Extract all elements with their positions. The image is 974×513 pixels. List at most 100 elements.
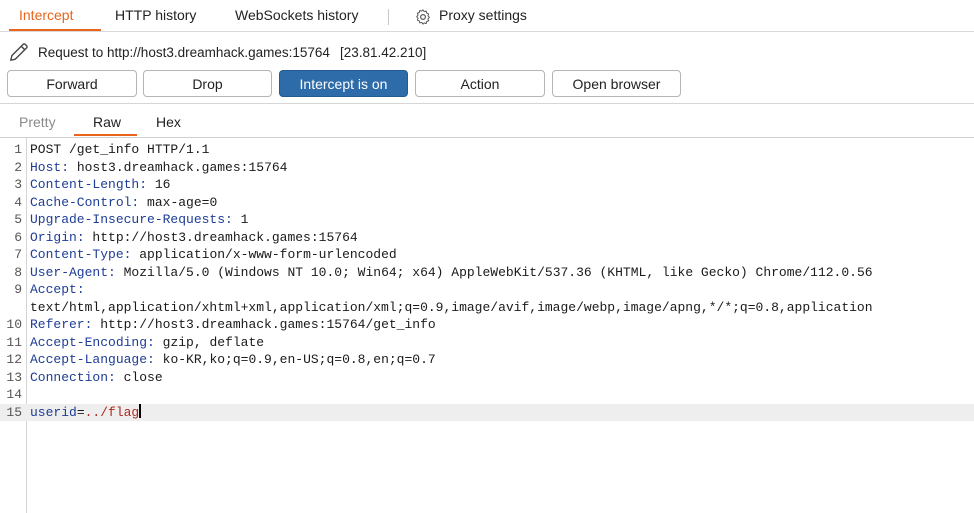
editor-line[interactable]: text/html,application/xhtml+xml,applicat…: [0, 299, 974, 317]
line-text: text/html,application/xhtml+xml,applicat…: [30, 299, 873, 315]
tab-http-history-label: HTTP history: [115, 7, 197, 23]
tab-proxy-settings[interactable]: Proxy settings: [439, 0, 527, 30]
header-value: max-age=0: [139, 194, 218, 210]
line-number: 5: [14, 212, 22, 227]
tab-separator: [388, 9, 389, 25]
header-name: Cache-Control: [30, 194, 132, 210]
open-browser-button[interactable]: Open browser: [552, 70, 681, 97]
line-number: 4: [14, 194, 22, 210]
header-value: http://host3.dreamhack.games:15764: [84, 229, 358, 245]
header-name: User-Agent: [30, 264, 109, 280]
editor-line[interactable]: 7 Content-Type: application/x-www-form-ur…: [0, 246, 974, 264]
header-name: Accept-Language: [30, 352, 148, 367]
tab-raw[interactable]: Raw: [93, 114, 121, 130]
line-number: 6: [14, 229, 22, 245]
header-value: http://host3.dreamhack.games:15764/get_i…: [92, 317, 436, 332]
line-number: 15: [6, 404, 22, 420]
tab-http-history[interactable]: HTTP history: [115, 0, 196, 30]
proxy-tab-bar: Intercept HTTP history WebSockets histor…: [0, 0, 974, 32]
editor-line[interactable]: 11 Accept-Encoding: gzip, deflate: [0, 334, 974, 352]
editor-line[interactable]: 10 Referer: http://host3.dreamhack.games:…: [0, 316, 974, 334]
editor-line[interactable]: 4 Cache-Control: max-age=0: [0, 194, 974, 212]
line-text: Upgrade-Insecure-Requests: 1: [30, 212, 249, 227]
tab-hex[interactable]: Hex: [156, 114, 181, 130]
header-value: 16: [147, 177, 171, 192]
header-value: 1: [232, 212, 249, 227]
header-value: gzip, deflate: [154, 334, 265, 350]
tab-intercept-label: Intercept: [19, 7, 74, 23]
intercept-toggle-button[interactable]: Intercept is on: [279, 70, 408, 97]
line-text: Origin: http://host3.dreamhack.games:157…: [30, 229, 358, 245]
forward-button[interactable]: Forward: [7, 70, 137, 97]
active-editor-tab-underline: [74, 134, 137, 136]
line-number: 3: [14, 177, 22, 192]
body-param-value: ../flag: [84, 404, 140, 420]
request-target: Request to http://host3.dreamhack.games:…: [38, 45, 426, 60]
body-param-name: userid: [30, 404, 77, 420]
text-caret: [139, 403, 142, 418]
header-name: Content-Length: [30, 177, 140, 192]
request-editor[interactable]: 1 POST /get_info HTTP/1.1 2 Host: host3.dre…: [0, 141, 974, 421]
header-value: Mozilla/5.0 (Windows NT 10.0; Win64; x64…: [115, 264, 873, 280]
gear-icon[interactable]: [414, 8, 432, 26]
editor-line[interactable]: 2 Host: host3.dreamhack.games:15764: [0, 159, 974, 177]
header-name: Origin: [30, 229, 77, 245]
line-number: 11: [6, 334, 22, 350]
header-value: close: [115, 369, 163, 385]
request-target-ip: [23.81.42.210]: [339, 45, 427, 60]
line-number: 8: [14, 264, 22, 280]
tab-pretty[interactable]: Pretty: [19, 114, 56, 130]
line-text: Host: host3.dreamhack.games:15764: [30, 159, 288, 175]
tab-websockets-history[interactable]: WebSockets history: [235, 0, 358, 30]
line-number: 10: [6, 317, 22, 332]
editor-line[interactable]: 1 POST /get_info HTTP/1.1: [0, 141, 974, 159]
pencil-icon: [10, 43, 28, 61]
line-text: Referer: http://host3.dreamhack.games:15…: [30, 317, 436, 332]
header-value: ko-KR,ko;q=0.9,en-US;q=0.8,en;q=0.7: [154, 352, 436, 367]
line-text: Accept:: [30, 282, 85, 297]
line-text: Connection: close: [30, 369, 163, 385]
line-text: userid=../flag: [30, 403, 142, 420]
header-name: Accept-Encoding: [30, 334, 148, 350]
editor-top-border: [0, 137, 974, 138]
toolbar-divider: [0, 103, 974, 104]
line-text: Accept-Encoding: gzip, deflate: [30, 334, 265, 350]
editor-line[interactable]: 5 Upgrade-Insecure-Requests: 1: [0, 211, 974, 229]
header-value: application/x-www-form-urlencoded: [131, 247, 397, 262]
line-text: Content-Type: application/x-www-form-url…: [30, 247, 397, 262]
line-number: 13: [6, 369, 22, 385]
tab-websockets-history-label: WebSockets history: [235, 7, 359, 23]
line-text: Accept-Language: ko-KR,ko;q=0.9,en-US;q=…: [30, 352, 436, 367]
tab-proxy-settings-label: Proxy settings: [439, 7, 527, 23]
line-text: Cache-Control: max-age=0: [30, 194, 218, 210]
header-name: Connection: [30, 369, 109, 385]
request-target-url: Request to http://host3.dreamhack.games:…: [38, 45, 330, 60]
header-name: Host: [30, 159, 62, 175]
line-number: 1: [14, 142, 22, 157]
editor-line[interactable]: 6 Origin: http://host3.dreamhack.games:15…: [0, 229, 974, 247]
line-number: 2: [14, 159, 22, 175]
editor-line[interactable]: 13 Connection: close: [0, 369, 974, 387]
tab-intercept[interactable]: Intercept: [9, 0, 102, 31]
line-number: 12: [6, 352, 22, 367]
header-name: Content-Type: [30, 247, 124, 262]
line-number: 14: [6, 387, 22, 402]
line-text: POST /get_info HTTP/1.1: [30, 142, 210, 157]
editor-line[interactable]: 9 Accept:: [0, 281, 974, 299]
line-text: Content-Length: 16: [30, 177, 171, 192]
header-value: host3.dreamhack.games:15764: [69, 159, 288, 175]
drop-button[interactable]: Drop: [143, 70, 272, 97]
active-tab-underline: [9, 29, 102, 31]
header-name: Referer: [30, 317, 85, 332]
line-number: 7: [14, 247, 22, 262]
editor-line[interactable]: 15 userid=../flag: [0, 403, 974, 421]
editor-line[interactable]: 14: [0, 386, 974, 404]
action-button[interactable]: Action: [415, 70, 545, 97]
line-text: User-Agent: Mozilla/5.0 (Windows NT 10.0…: [30, 264, 873, 280]
editor-line[interactable]: 8 User-Agent: Mozilla/5.0 (Windows NT 10.…: [0, 264, 974, 282]
header-name: Accept: [30, 282, 77, 297]
editor-line[interactable]: 12 Accept-Language: ko-KR,ko;q=0.9,en-US;…: [0, 351, 974, 369]
header-name: Upgrade-Insecure-Requests: [30, 212, 226, 227]
line-number: 9: [14, 282, 22, 297]
editor-line[interactable]: 3 Content-Length: 16: [0, 176, 974, 194]
